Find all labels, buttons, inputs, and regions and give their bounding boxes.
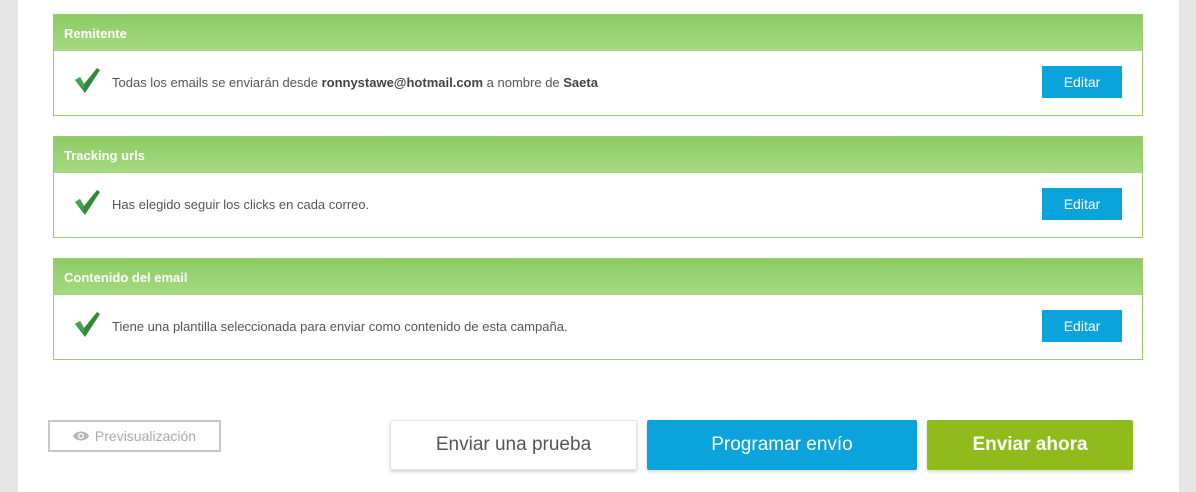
check-icon xyxy=(75,68,100,93)
sender-email: ronnystawe@hotmail.com xyxy=(321,75,484,90)
check-icon xyxy=(75,190,100,215)
edit-tracking-button[interactable]: Editar xyxy=(1042,188,1122,220)
sender-text-prefix: Todas los emails se enviarán desde xyxy=(112,75,322,90)
sender-name: Saeta xyxy=(563,75,598,90)
eye-icon xyxy=(72,431,89,441)
section-title: Remitente xyxy=(54,15,1142,51)
section-tracking: Tracking urls Has elegido seguir los cli… xyxy=(53,136,1143,238)
section-sender: Remitente Todas los emails se enviarán d… xyxy=(53,14,1143,116)
sender-description: Todas los emails se enviarán desde ronny… xyxy=(112,75,598,90)
check-icon xyxy=(75,312,100,337)
edit-content-button[interactable]: Editar xyxy=(1042,310,1122,342)
section-title: Contenido del email xyxy=(54,259,1142,295)
send-test-button[interactable]: Enviar una prueba xyxy=(390,420,637,470)
tracking-description: Has elegido seguir los clicks en cada co… xyxy=(112,197,370,212)
section-title: Tracking urls xyxy=(54,137,1142,173)
content-description: Tiene una plantilla seleccionada para en… xyxy=(112,319,568,334)
sender-text-mid: a nombre de xyxy=(483,75,564,90)
edit-sender-button[interactable]: Editar xyxy=(1042,66,1122,98)
send-now-button[interactable]: Enviar ahora xyxy=(927,420,1133,470)
campaign-summary-page: Remitente Todas los emails se enviarán d… xyxy=(18,0,1179,492)
section-content: Contenido del email Tiene una plantilla … xyxy=(53,258,1143,360)
schedule-send-button[interactable]: Programar envío xyxy=(647,420,917,470)
preview-button[interactable]: Previsualización xyxy=(48,420,221,452)
preview-label: Previsualización xyxy=(94,428,197,444)
